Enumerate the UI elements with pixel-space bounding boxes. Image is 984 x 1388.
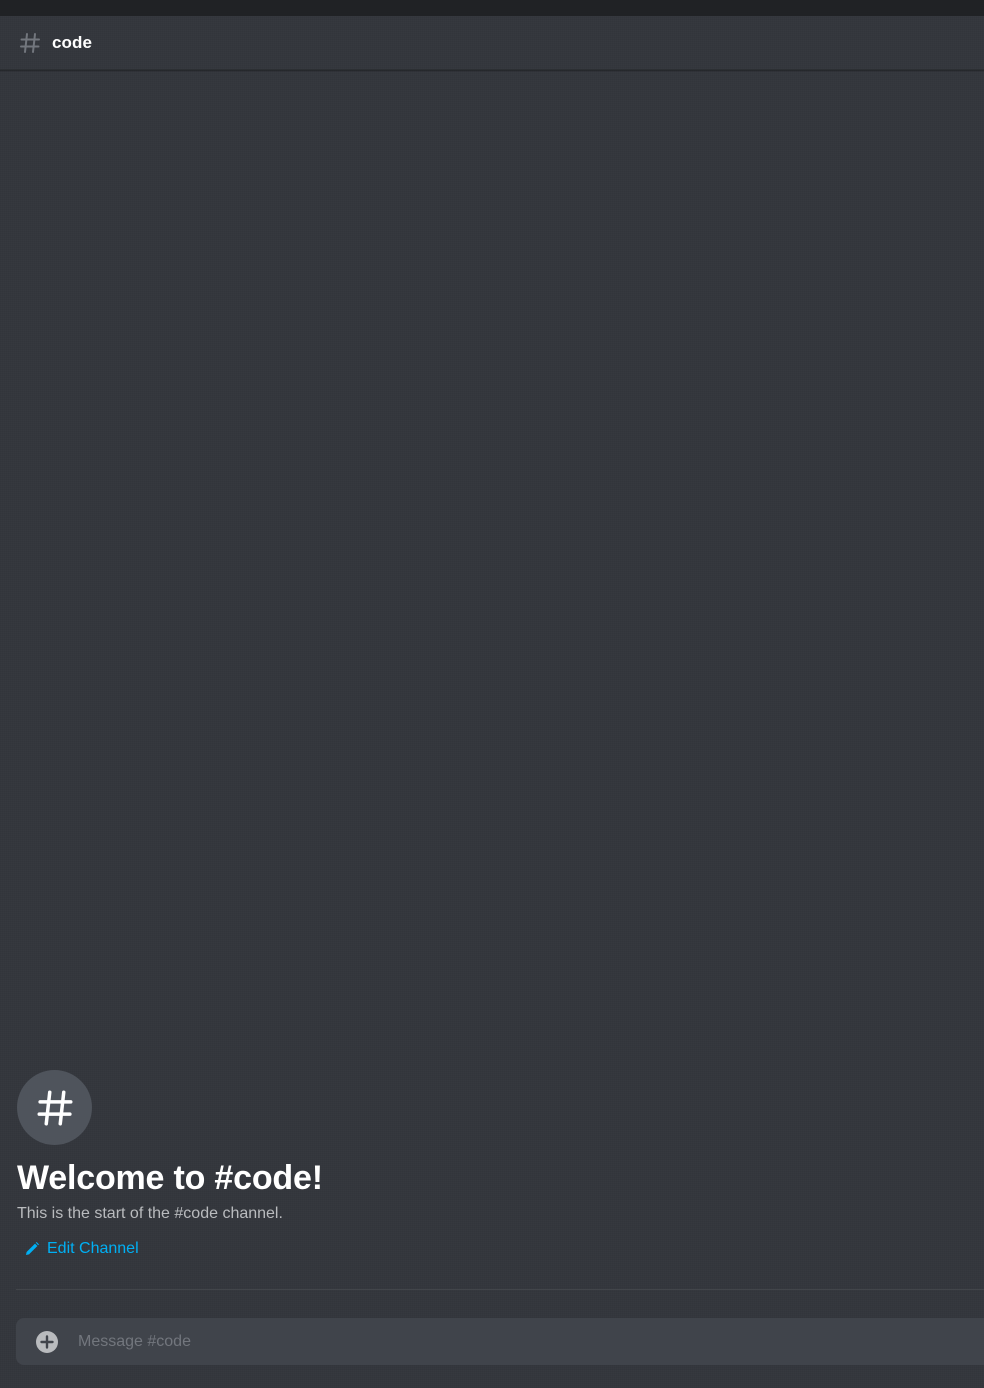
title-bar [0, 0, 984, 16]
add-attachment-button[interactable] [35, 1330, 59, 1354]
channel-header: code [0, 16, 984, 70]
pencil-icon [24, 1241, 40, 1257]
edit-channel-button[interactable]: Edit Channel [24, 1240, 139, 1258]
divider [16, 1289, 984, 1290]
add-circle-icon [35, 1330, 59, 1354]
hash-icon [18, 31, 42, 55]
channel-welcome-avatar [17, 1070, 92, 1145]
app-window: code Welcome to #code! This is the start… [0, 0, 984, 1388]
channel-welcome: Welcome to #code! This is the start of t… [17, 1070, 957, 1262]
message-composer [16, 1318, 984, 1365]
hash-icon [34, 1087, 76, 1129]
welcome-description: This is the start of the #code channel. [17, 1205, 283, 1222]
message-input[interactable] [78, 1329, 984, 1354]
welcome-title: Welcome to #code! [17, 1159, 323, 1197]
edit-channel-label: Edit Channel [47, 1240, 139, 1257]
channel-name: code [52, 32, 93, 52]
